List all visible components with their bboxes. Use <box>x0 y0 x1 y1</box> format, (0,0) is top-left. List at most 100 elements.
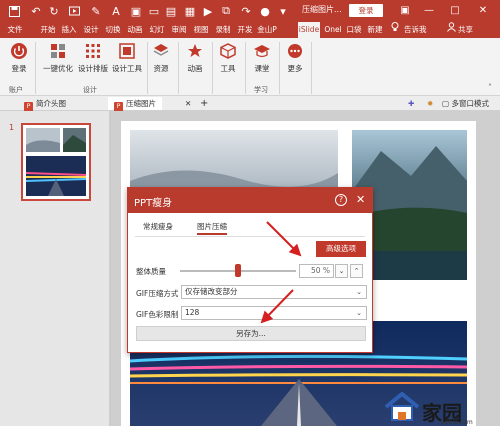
tab-kingsoft[interactable]: 金山P <box>256 22 278 38</box>
login-button[interactable]: 登录 <box>349 4 383 17</box>
title-bar: ↶ ↻ ✎ A ▣ ▭ ▤ ▦ ▶ ⧉ ↷ ● ▾ 压缩图片... 登录 ▣ —… <box>0 0 500 22</box>
tab-pocket[interactable]: 口袋 <box>345 22 363 38</box>
shape-icon[interactable]: ▭ <box>146 3 162 19</box>
ribbon-separator <box>212 42 213 94</box>
font-color-icon[interactable]: A <box>108 3 124 19</box>
person-icon[interactable] <box>446 22 456 38</box>
login-ribbon-button[interactable]: 登录 <box>6 42 32 74</box>
save-icon[interactable] <box>6 3 22 19</box>
dialog-title-bar[interactable]: PPT瘦身 ? ✕ <box>128 188 372 213</box>
animation-button[interactable]: 动画 <box>185 42 205 74</box>
share-button[interactable]: 共享 <box>458 22 473 38</box>
resources-button[interactable]: 资源 <box>151 42 171 74</box>
gif-color-select[interactable]: 128 ⌄ <box>181 306 367 320</box>
tab-image-compress[interactable]: 图片压缩 <box>197 221 227 235</box>
collapse-ribbon-icon[interactable]: ˄ <box>488 83 492 92</box>
format-painter-icon[interactable]: ✎ <box>88 3 104 19</box>
islide-ribbon: 登录 账户 一键优化 设计排版 设计工具 设计 资源 动画 工具 课堂 学习 更… <box>0 38 500 96</box>
tab-animations[interactable]: 动画 <box>125 22 145 38</box>
quality-slider-handle[interactable] <box>235 264 241 277</box>
one-click-optimize-label: 一键优化 <box>43 64 73 73</box>
dialog-title: PPT瘦身 <box>134 198 173 209</box>
multi-window-toggle[interactable]: ▢ 多窗口模式 <box>442 97 489 110</box>
close-tab-icon[interactable]: ✕ <box>185 97 191 110</box>
tab-normal-slim[interactable]: 常规瘦身 <box>143 221 173 235</box>
close-window-icon[interactable]: ✕ <box>474 2 492 20</box>
doc-tab-intro[interactable]: P 简介头图 <box>24 97 66 112</box>
design-tools-button[interactable]: 设计工具 <box>110 42 144 74</box>
tab-insert[interactable]: 插入 <box>59 22 79 38</box>
table-icon[interactable]: ▦ <box>182 3 198 19</box>
resources-icon <box>153 44 169 56</box>
gif-compress-label: GIF压缩方式 <box>136 289 179 298</box>
one-click-optimize-button[interactable]: 一键优化 <box>40 42 76 74</box>
tab-record[interactable]: 录制 <box>213 22 233 38</box>
tell-me-search[interactable]: 告诉我 <box>404 22 427 38</box>
login-icon <box>11 43 27 59</box>
tab-new[interactable]: 新建 <box>364 22 386 38</box>
group-learn-label: 学习 <box>254 86 268 94</box>
tab-onekey[interactable]: Onel <box>322 22 344 38</box>
gif-compress-value: 仅存储改变部分 <box>185 287 238 296</box>
close-icon[interactable]: ✕ <box>356 193 365 206</box>
design-layout-button[interactable]: 设计排版 <box>76 42 110 74</box>
start-slideshow-icon[interactable] <box>66 3 82 19</box>
gif-color-label: GIF色彩限制 <box>136 310 179 319</box>
design-tools-icon <box>119 43 135 59</box>
tab-islide[interactable]: iSlide <box>298 22 320 38</box>
gif-compress-select[interactable]: 仅存储改变部分 ⌄ <box>181 285 367 299</box>
tools-label: 工具 <box>220 64 236 73</box>
settings-gear-icon[interactable]: ✹ <box>427 97 433 110</box>
ribbon-separator <box>147 42 148 94</box>
tab-transitions[interactable]: 切换 <box>103 22 123 38</box>
arrange-icon[interactable]: ⧉ <box>218 3 234 19</box>
video-icon[interactable]: ▶ <box>200 3 216 19</box>
house-logo-icon <box>384 392 420 421</box>
minimize-icon[interactable]: — <box>420 2 438 20</box>
help-icon[interactable]: ? <box>335 194 347 206</box>
quality-label: 整体质量 <box>136 267 166 276</box>
ribbon-separator <box>245 42 246 94</box>
group-account-label: 账户 <box>9 86 23 94</box>
redo-arrow-icon[interactable]: ↷ <box>238 3 254 19</box>
ribbon-display-options-icon[interactable]: ▣ <box>396 2 414 20</box>
layout-grid-icon <box>86 44 100 58</box>
puzzle-icon[interactable]: ✚ <box>408 97 414 110</box>
tab-design[interactable]: 设计 <box>81 22 101 38</box>
document-tabs: P 简介头图 P 压缩图片 ✕ + ✚ ✹ ▢ 多窗口模式 <box>0 96 500 112</box>
tab-developer[interactable]: 开发 <box>235 22 255 38</box>
classroom-button[interactable]: 课堂 <box>251 42 273 74</box>
slide-number: 1 <box>9 123 15 132</box>
tools-box-icon <box>220 43 236 59</box>
undo-icon[interactable]: ↶ <box>28 3 44 19</box>
record-icon[interactable]: ● <box>257 3 273 19</box>
save-as-button[interactable]: 另存为... <box>136 326 366 341</box>
doc-tab-compress[interactable]: P 压缩图片 <box>108 97 162 112</box>
tab-slideshow[interactable]: 幻灯 <box>147 22 167 38</box>
more-label: 更多 <box>287 64 303 73</box>
tab-review[interactable]: 审阅 <box>169 22 189 38</box>
text-box-icon[interactable]: ▣ <box>128 3 144 19</box>
maximize-icon[interactable]: □ <box>446 2 464 20</box>
tab-view[interactable]: 视图 <box>191 22 211 38</box>
login-ribbon-label: 登录 <box>11 64 27 73</box>
chevron-down-icon: ⌄ <box>356 309 362 317</box>
customize-toolbar-icon[interactable]: ▾ <box>275 3 291 19</box>
redo-icon[interactable]: ↻ <box>46 3 62 19</box>
lightbulb-icon[interactable] <box>388 22 402 38</box>
insert-picture-icon[interactable]: ▤ <box>163 3 179 19</box>
quality-value-input[interactable]: 50 % <box>299 264 334 278</box>
quality-decrease-button[interactable]: ⌄ <box>335 264 348 278</box>
more-button[interactable]: 更多 <box>285 42 305 74</box>
advanced-options-button[interactable]: 高级选项 <box>316 241 366 257</box>
resources-label: 资源 <box>153 64 169 73</box>
tab-divider <box>135 236 365 237</box>
tab-home[interactable]: 开始 <box>38 22 58 38</box>
ribbon-separator <box>279 42 280 94</box>
ribbon-separator <box>311 42 312 94</box>
new-tab-icon[interactable]: + <box>200 97 208 110</box>
tab-file[interactable]: 文件 <box>4 22 26 38</box>
slide-thumbnail[interactable] <box>21 123 91 201</box>
tools-button[interactable]: 工具 <box>218 42 238 74</box>
quality-increase-button[interactable]: ⌃ <box>350 264 363 278</box>
